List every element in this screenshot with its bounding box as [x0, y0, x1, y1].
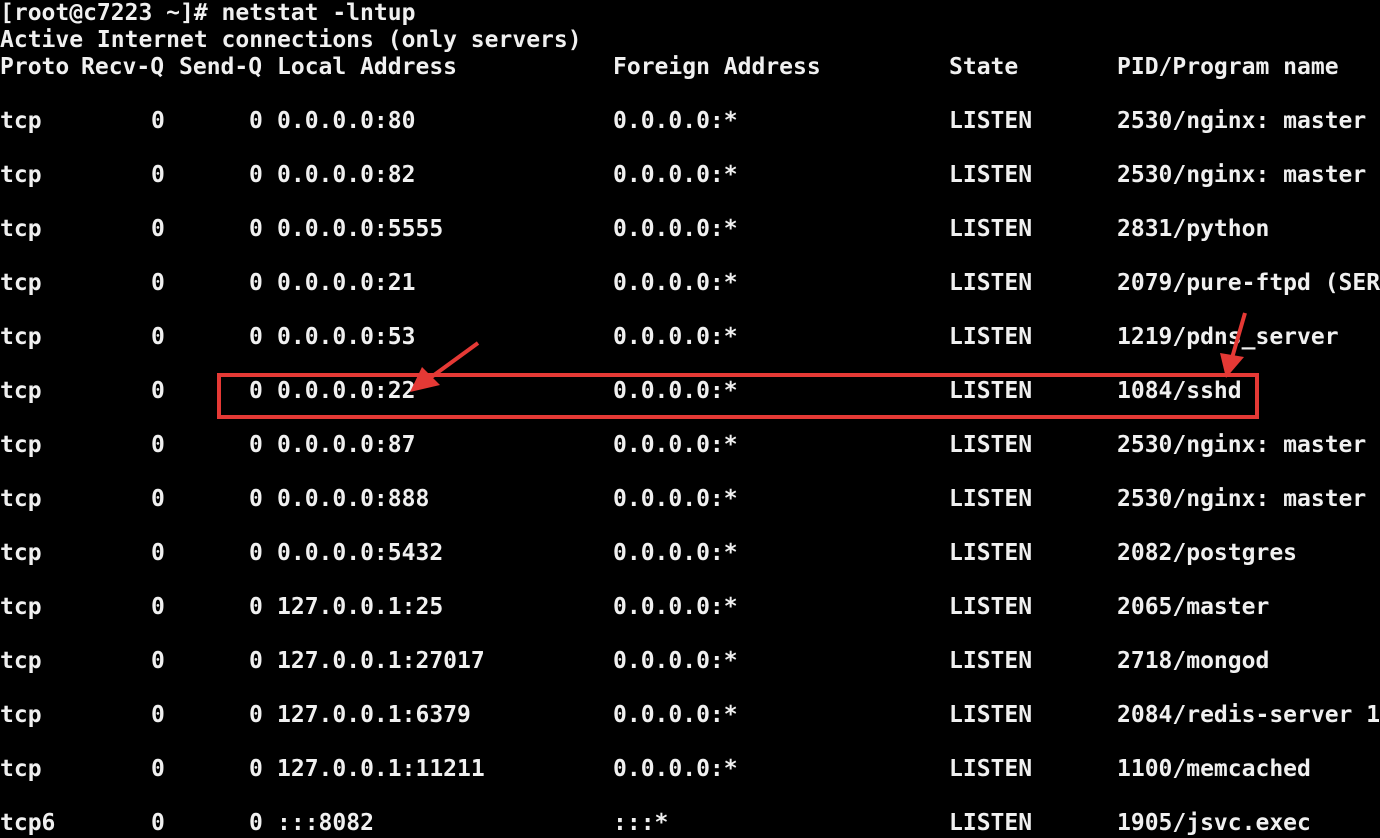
annotation-arrows — [410, 312, 1247, 392]
terminal-window[interactable]: [root@c7223 ~]# netstat -lntup Active In… — [0, 0, 1380, 838]
arrow-to-sshd — [1220, 312, 1247, 378]
arrow-to-port-22 — [410, 341, 480, 392]
